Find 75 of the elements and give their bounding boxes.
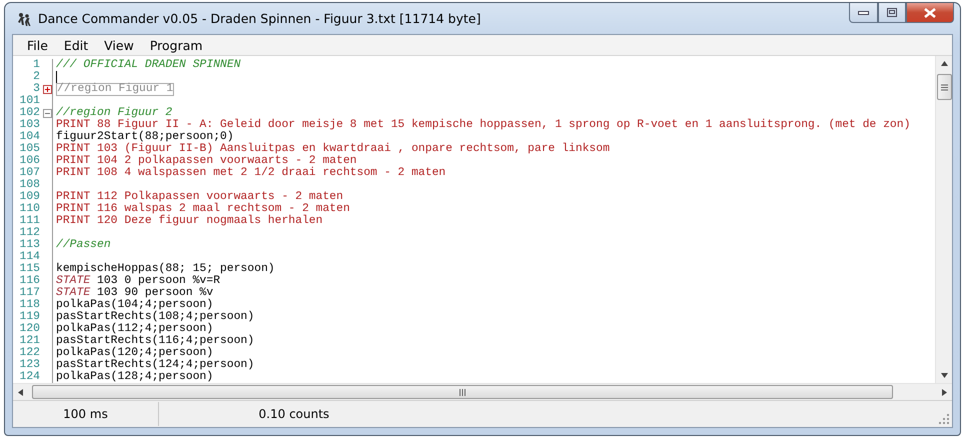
- line-number: 109: [18, 191, 41, 203]
- code-comment: //Passen: [56, 239, 111, 251]
- code-line: polkaPas(112;4;persoon): [56, 323, 214, 335]
- code-line: pasStartRechts(116;4;persoon): [56, 335, 254, 347]
- code-line: figuur2Start(88;persoon;0): [56, 131, 234, 143]
- expand-icon[interactable]: [42, 84, 52, 94]
- collapse-icon[interactable]: [42, 108, 52, 118]
- line-number: 116: [18, 275, 41, 287]
- line-number: 110: [18, 203, 41, 215]
- menu-item[interactable]: Program: [142, 38, 211, 52]
- line-number: 114: [18, 251, 41, 263]
- window-title: Dance Commander v0.05 - Draden Spinnen - Figuur 3.txt [11714 byte]: [38, 11, 481, 26]
- line-number: 113: [18, 239, 41, 251]
- status-text: 0.10 counts: [258, 406, 330, 423]
- code-line: polkaPas(104;4;persoon): [56, 299, 214, 311]
- line-number: 111: [18, 215, 41, 227]
- code-line: polkaPas(128;4;persoon): [56, 371, 214, 383]
- line-number: 122: [18, 347, 41, 359]
- code-line: PRINT 88 Figuur II - A: Geleid door meisje 8 met 15 kempische hoppassen, 1 sprong op R-voet en 1 aansluitsprong. (met de zon): [56, 119, 910, 131]
- code-line: PRINT 120 Deze figuur nogmaals herhalen: [56, 215, 323, 227]
- code-comment: /// OFFICIAL DRADEN SPINNEN: [56, 59, 241, 71]
- maximize-button[interactable]: [878, 3, 906, 23]
- minimize-icon: [858, 10, 869, 14]
- line-number: 120: [18, 323, 41, 335]
- scroll-down-icon[interactable]: [940, 373, 948, 378]
- code-line: PRINT 104 2 polkapassen voorwaarts - 2 maten: [56, 155, 357, 167]
- code-line: STATE 103 0 persoon %v=R: [56, 275, 220, 287]
- line-number: 2: [32, 71, 41, 83]
- line-number: 107: [18, 167, 41, 179]
- close-icon: [924, 8, 936, 18]
- grip-icon: [459, 388, 466, 396]
- maximize-icon: [887, 8, 897, 17]
- line-number: 103: [18, 119, 41, 131]
- code-line: pasStartRechts(124;4;persoon): [56, 359, 254, 371]
- code-line: PRINT 112 Polkapassen voorwaarts - 2 maten: [56, 191, 344, 203]
- code-line: PRINT 116 walspas 2 maal rechtsom - 2 maten: [56, 203, 350, 215]
- line-number: 102: [18, 107, 41, 119]
- line-number: 112: [18, 227, 41, 239]
- vertical-scrollbar[interactable]: [935, 56, 952, 383]
- status-text: 100 ms: [13, 402, 159, 426]
- close-button[interactable]: [906, 3, 954, 23]
- code-line: pasStartRechts(108;4;persoon): [56, 311, 254, 323]
- line-number: 121: [18, 335, 41, 347]
- grip-icon: [940, 84, 948, 90]
- line-number: 104: [18, 131, 41, 143]
- code-line: PRINT 108 4 walspassen met 2 1/2 draai rechtsom - 2 maten: [56, 167, 446, 179]
- menu-item[interactable]: File: [19, 38, 56, 52]
- text-cursor: [56, 71, 57, 83]
- menu-item[interactable]: Edit: [56, 38, 96, 52]
- line-number: 123: [18, 359, 41, 371]
- line-number: 124: [18, 371, 41, 383]
- scroll-left-icon[interactable]: [18, 388, 23, 396]
- line-number: 106: [18, 155, 41, 167]
- code-line: PRINT 103 (Figuur II-B) Aansluitpas en kwartdraai , onpare rechtsom, pare linksom: [56, 143, 610, 155]
- line-number: 3: [32, 83, 41, 95]
- scroll-right-icon[interactable]: [942, 388, 947, 396]
- line-number: 1: [32, 59, 41, 71]
- minimize-button[interactable]: [849, 3, 878, 23]
- line-number: 115: [18, 263, 41, 275]
- code-line: STATE 103 90 persoon %v: [56, 287, 214, 299]
- code-line: kempischeHoppas(88; 15; persoon): [56, 263, 275, 275]
- line-number: 108: [18, 179, 41, 191]
- line-number: 118: [18, 299, 41, 311]
- collapsed-region: //region Figuur 1: [56, 82, 174, 96]
- horizontal-scrollbar[interactable]: [13, 383, 952, 400]
- code-line: polkaPas(120;4;persoon): [56, 347, 214, 359]
- line-number: 105: [18, 143, 41, 155]
- resize-grip-icon[interactable]: [939, 414, 949, 424]
- scroll-up-icon[interactable]: [940, 61, 948, 66]
- app-icon: [16, 10, 32, 26]
- line-number: 101: [18, 95, 41, 107]
- line-number: 117: [18, 287, 41, 299]
- menu-item[interactable]: View: [96, 38, 142, 52]
- code-comment: //region Figuur 2: [56, 107, 172, 119]
- line-number: 119: [18, 311, 41, 323]
